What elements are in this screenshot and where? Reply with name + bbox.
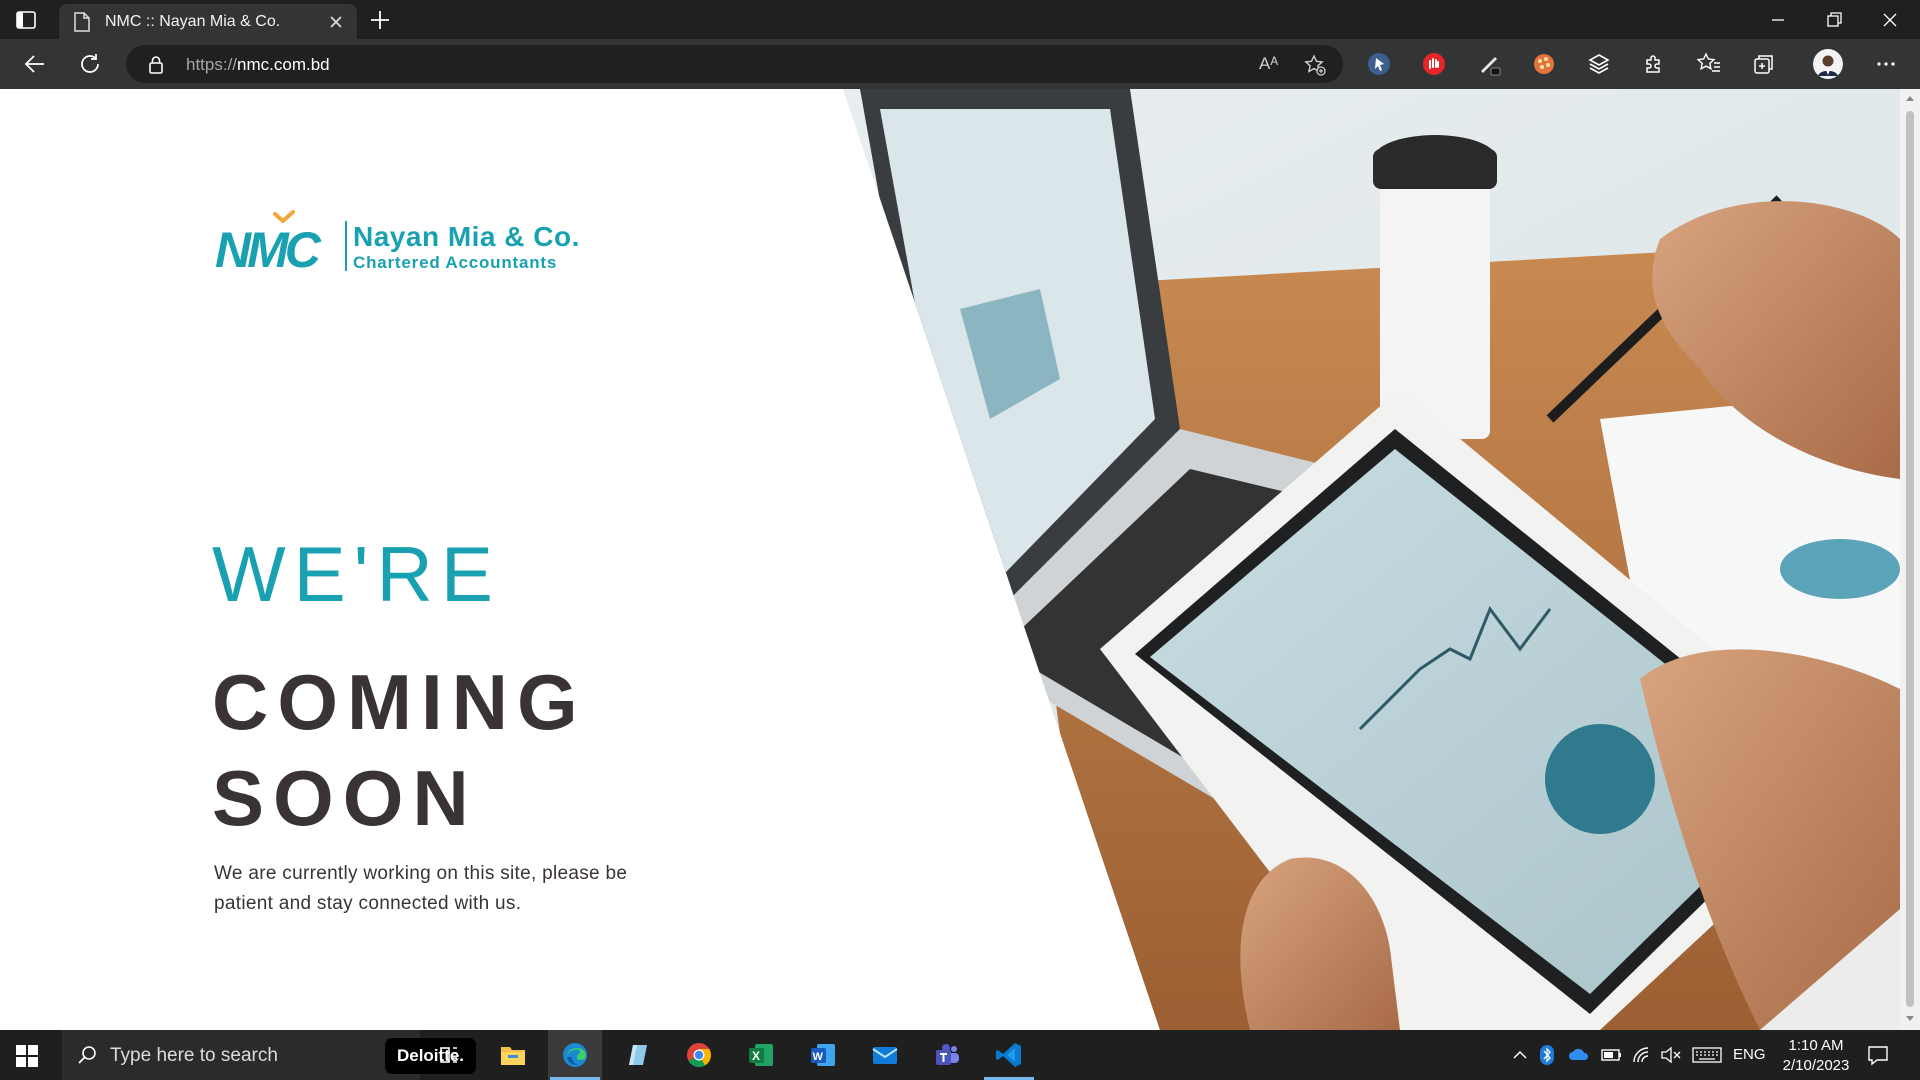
hero-heading-were: WE'RE	[212, 530, 501, 618]
svg-text:W: W	[813, 1051, 824, 1063]
hero-heading-coming: COMING	[212, 658, 587, 746]
battery-icon[interactable]	[1601, 1048, 1623, 1062]
bluetooth-icon[interactable]	[1540, 1045, 1554, 1065]
svg-text:X: X	[752, 1049, 760, 1063]
company-tagline: Chartered Accountants	[353, 253, 558, 272]
profile-avatar[interactable]	[1812, 48, 1844, 80]
taskbar-search-box[interactable]: Type here to search Deloitte.	[62, 1030, 476, 1080]
onedrive-icon[interactable]	[1568, 1047, 1590, 1061]
web-page: NMC Nayan Mia & Co. Chartered Accountant…	[0, 89, 1900, 1030]
company-logo[interactable]: NMC Nayan Mia & Co. Chartered Accountant…	[215, 207, 595, 272]
word-icon[interactable]: W	[796, 1030, 850, 1080]
refresh-icon[interactable]	[77, 51, 103, 77]
new-tab-icon[interactable]	[368, 8, 392, 37]
url-text: https://nmc.com.bd	[186, 55, 330, 74]
minimize-icon[interactable]	[1764, 6, 1792, 34]
clock-date: 2/10/2023	[1782, 1057, 1850, 1074]
close-window-icon[interactable]	[1876, 6, 1904, 34]
page-scrollbar[interactable]	[1900, 89, 1920, 1030]
browser-toolbar: https://nmc.com.bd Aᴬ	[0, 39, 1920, 89]
input-language-indicator[interactable]: ENG	[1733, 1046, 1766, 1063]
extension-cursor-icon[interactable]	[1366, 51, 1392, 77]
restore-icon[interactable]	[1820, 6, 1848, 34]
extension-layers-icon[interactable]	[1586, 51, 1612, 77]
lock-icon[interactable]	[148, 55, 164, 79]
hero-heading-coming-soon: COMING SOON	[212, 654, 587, 846]
tab-actions-icon[interactable]	[14, 8, 38, 32]
company-name: Nayan Mia & Co.	[353, 221, 580, 252]
extension-palette-icon[interactable]	[1531, 51, 1557, 77]
clock-time: 1:10 AM	[1788, 1037, 1844, 1054]
taskbar-clock[interactable]: 1:10 AM 2/10/2023	[1770, 1036, 1862, 1076]
page-icon	[73, 12, 91, 37]
volume-muted-icon[interactable]	[1660, 1046, 1682, 1064]
show-hidden-icons-chevron-icon[interactable]	[1512, 1047, 1528, 1063]
logo-divider	[345, 221, 347, 271]
edge-taskbar-icon[interactable]	[548, 1030, 602, 1080]
vscode-icon[interactable]	[982, 1030, 1036, 1080]
nmc-logo-mark: NMC	[215, 210, 326, 271]
notifications-icon[interactable]	[1866, 1044, 1890, 1066]
wifi-icon[interactable]	[1632, 1046, 1652, 1064]
favorites-icon[interactable]	[1696, 51, 1722, 77]
touch-keyboard-icon[interactable]	[1692, 1047, 1722, 1063]
extension-pen-icon[interactable]	[1476, 51, 1502, 77]
address-bar[interactable]: https://nmc.com.bd Aᴬ	[126, 45, 1343, 83]
start-windows-icon[interactable]	[16, 1045, 38, 1072]
notepad-app-icon[interactable]	[610, 1030, 664, 1080]
browser-tab-active[interactable]: NMC :: Nayan Mia & Co.	[59, 4, 357, 39]
task-view-icon[interactable]	[422, 1030, 476, 1080]
back-arrow-icon[interactable]	[22, 51, 48, 77]
chrome-icon[interactable]	[672, 1030, 726, 1080]
scroll-down-icon[interactable]	[1905, 1015, 1915, 1023]
extension-hand-icon[interactable]	[1421, 51, 1447, 77]
browser-tab-bar: NMC :: Nayan Mia & Co.	[0, 0, 1920, 39]
add-favorite-icon[interactable]	[1304, 54, 1326, 81]
svg-text:NMC: NMC	[215, 222, 322, 271]
file-explorer-icon[interactable]	[486, 1030, 540, 1080]
read-aloud-icon[interactable]: Aᴬ	[1259, 54, 1278, 74]
teams-icon[interactable]	[920, 1030, 974, 1080]
mail-icon[interactable]	[858, 1030, 912, 1080]
windows-taskbar: Type here to search Deloitte. X W ENG 1:	[0, 1030, 1920, 1080]
search-placeholder: Type here to search	[110, 1045, 278, 1066]
more-menu-icon[interactable]	[1873, 51, 1899, 77]
hero-description: We are currently working on this site, p…	[214, 863, 628, 914]
search-icon	[76, 1044, 98, 1071]
scrollbar-thumb[interactable]	[1906, 111, 1914, 1007]
hero-heading-soon: SOON	[212, 754, 478, 842]
tab-title: NMC :: Nayan Mia & Co.	[105, 13, 281, 30]
excel-icon[interactable]: X	[734, 1030, 788, 1080]
scroll-up-icon[interactable]	[1905, 94, 1915, 102]
collections-icon[interactable]	[1751, 51, 1777, 77]
extensions-puzzle-icon[interactable]	[1641, 51, 1667, 77]
close-tab-icon[interactable]	[325, 11, 347, 38]
